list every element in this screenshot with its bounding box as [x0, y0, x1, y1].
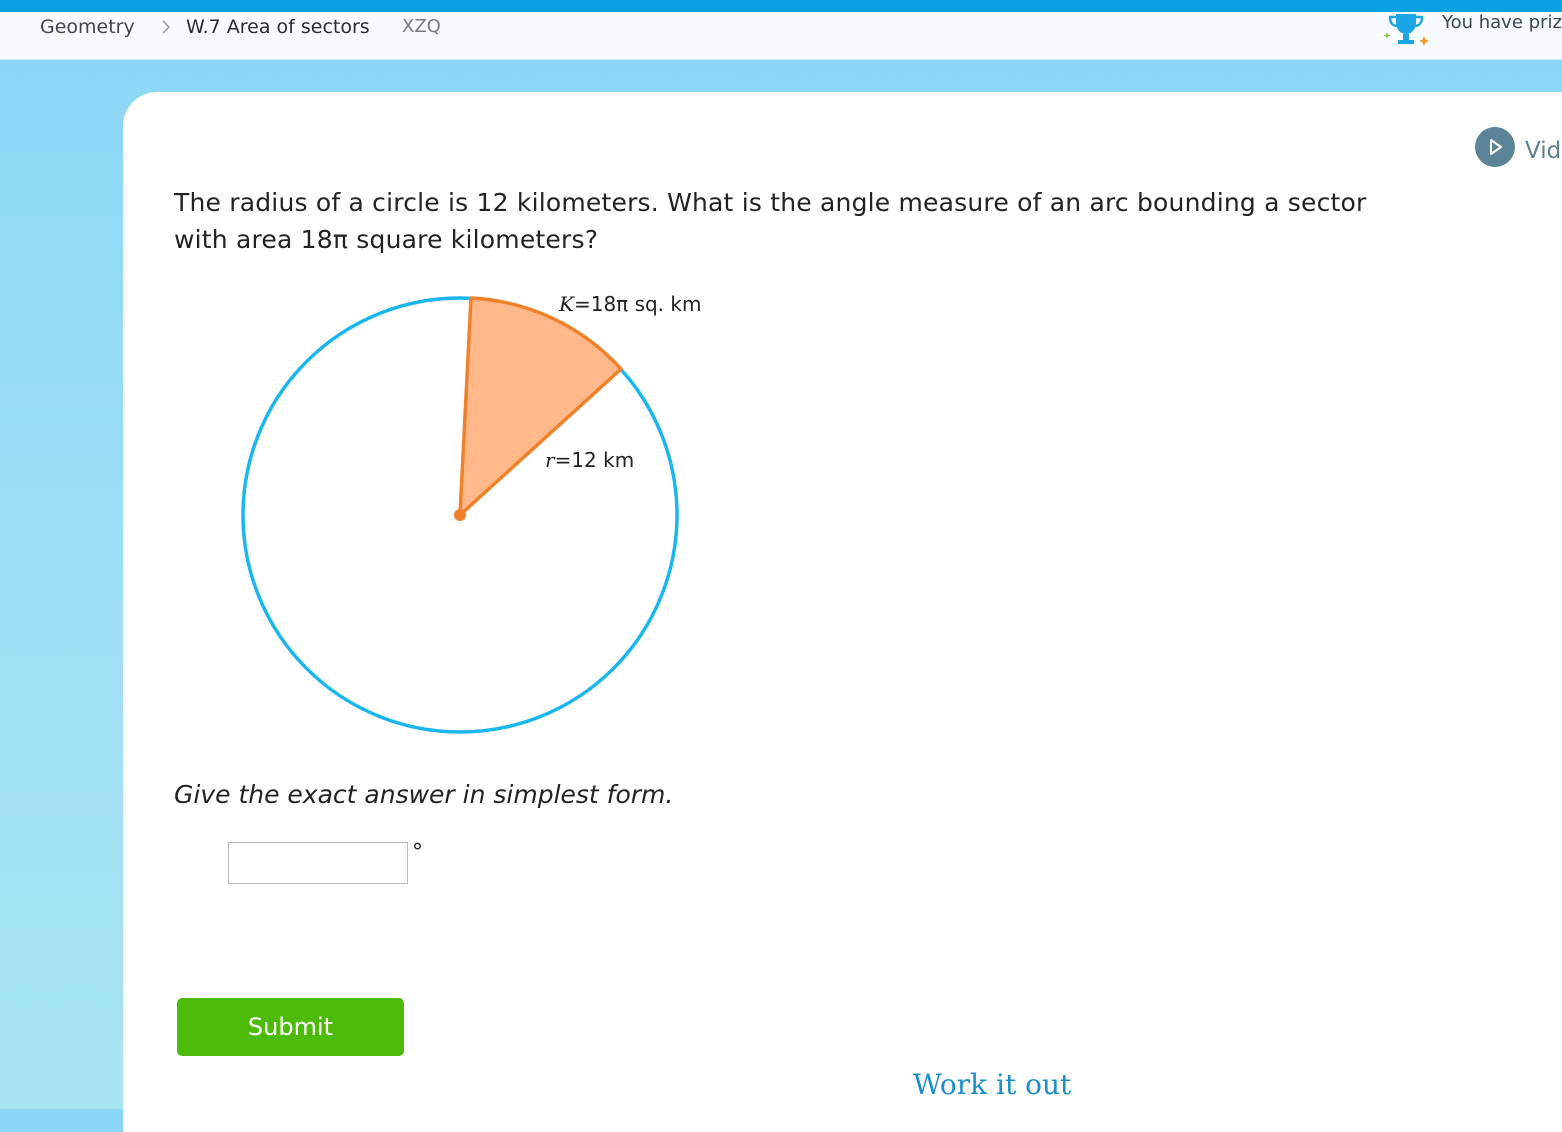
submit-button[interactable]: Submit	[177, 998, 404, 1056]
sector-diagram: K=18π sq. km r=12 km	[241, 292, 701, 734]
work-it-out-link[interactable]: Work it out	[913, 1068, 1071, 1101]
video-play-button[interactable]	[1475, 127, 1515, 167]
breadcrumb-subject[interactable]: Geometry	[40, 16, 135, 38]
degree-symbol: °	[412, 840, 423, 865]
question-text: The radius of a circle is 12 kilometers.…	[174, 184, 1474, 258]
breadcrumb-skill: W.7 Area of sectors	[186, 16, 370, 38]
question-line-1: The radius of a circle is 12 kilometers.…	[174, 188, 1367, 217]
radius-label: r=12 km	[545, 448, 634, 472]
answer-input[interactable]	[228, 842, 408, 884]
video-link[interactable]: Vid	[1525, 138, 1561, 164]
breadcrumb-chevron-icon	[160, 16, 172, 42]
sector-shape	[458, 296, 623, 517]
play-icon	[1490, 139, 1502, 155]
top-accent-bar	[0, 0, 1562, 12]
trophy-icon[interactable]	[1378, 12, 1434, 50]
question-card: Vid The radius of a circle is 12 kilomet…	[123, 92, 1562, 1132]
question-line-2: with area 18π square kilometers?	[174, 225, 599, 254]
center-point	[454, 509, 466, 521]
area-label: K=18π sq. km	[558, 292, 701, 316]
skill-code: XZQ	[402, 16, 441, 37]
top-navbar: Geometry W.7 Area of sectors XZQ You hav…	[0, 12, 1562, 60]
instruction-text: Give the exact answer in simplest form.	[174, 780, 674, 809]
prize-status-text[interactable]: You have priz	[1442, 12, 1562, 33]
